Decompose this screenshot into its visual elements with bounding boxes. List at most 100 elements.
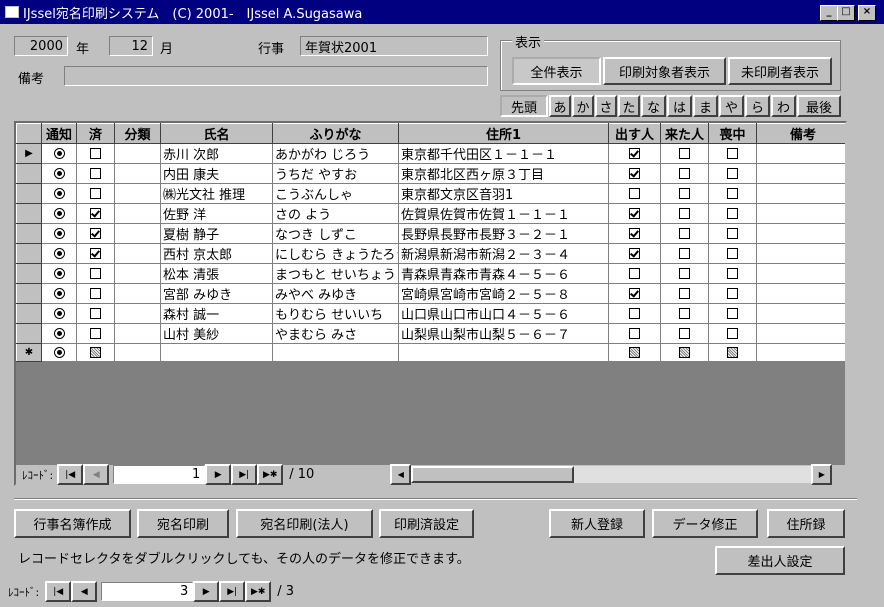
notify-cell[interactable]	[41, 263, 77, 284]
kana-cell[interactable]: やまむら みさ	[272, 323, 399, 344]
remarks-cell[interactable]	[756, 163, 845, 184]
done-cell[interactable]	[76, 143, 115, 164]
radio-icon[interactable]	[53, 188, 65, 199]
category-cell[interactable]	[114, 163, 161, 184]
came-cell[interactable]	[660, 283, 709, 304]
checkbox[interactable]	[727, 248, 738, 259]
category-cell[interactable]	[114, 243, 161, 264]
checkbox[interactable]	[727, 288, 738, 299]
radio-icon[interactable]	[53, 168, 65, 179]
address-cell[interactable]: 新潟県新潟市新潟２－３－４	[398, 243, 609, 264]
record-selector[interactable]	[16, 183, 42, 204]
came-cell[interactable]	[660, 143, 709, 164]
address-cell[interactable]: 山口県山口市山口４－５－６	[398, 303, 609, 324]
address-cell[interactable]: 東京都文京区音羽1	[398, 183, 609, 204]
maximize-icon[interactable]: □	[837, 5, 855, 21]
category-cell[interactable]	[114, 223, 161, 244]
show-unprinted-button[interactable]: 未印刷者表示	[728, 57, 832, 85]
mourning-cell[interactable]	[708, 143, 757, 164]
mourning-cell[interactable]	[708, 303, 757, 324]
address-cell[interactable]: 長野県長野市長野３－２－１	[398, 223, 609, 244]
col-name[interactable]: 氏名	[160, 123, 273, 144]
inner-first-record-button[interactable]: |◀	[57, 464, 84, 485]
send-cell[interactable]	[608, 303, 661, 324]
tab-ma[interactable]: ま	[693, 95, 718, 117]
kana-cell[interactable]: こうぶんしゃ	[272, 183, 399, 204]
notify-cell[interactable]	[41, 243, 77, 264]
record-selector[interactable]	[16, 303, 42, 324]
tab-na[interactable]: な	[641, 95, 666, 117]
new-record-cell[interactable]	[272, 343, 399, 362]
kana-cell[interactable]: あかがわ じろう	[272, 143, 399, 164]
table-row[interactable]: ▶ 赤川 次郎 あかがわ じろう 東京都千代田区１－１－１	[16, 143, 845, 164]
tab-ta[interactable]: た	[618, 95, 640, 117]
scroll-thumb[interactable]	[411, 466, 575, 483]
mourning-cell[interactable]	[708, 163, 757, 184]
came-cell[interactable]	[660, 323, 709, 344]
name-cell[interactable]: 西村 京太郎	[160, 243, 273, 264]
send-cell[interactable]	[608, 203, 661, 224]
done-cell[interactable]	[76, 223, 115, 244]
kana-cell[interactable]: みやべ みゆき	[272, 283, 399, 304]
kana-cell[interactable]: なつき しずこ	[272, 223, 399, 244]
radio-icon[interactable]	[53, 347, 65, 358]
done-cell[interactable]	[76, 243, 115, 264]
category-cell[interactable]	[114, 183, 161, 204]
mourning-cell[interactable]	[708, 183, 757, 204]
outer-first-record-button[interactable]: |◀	[45, 581, 72, 602]
remarks-cell[interactable]	[756, 263, 845, 284]
remarks-cell[interactable]	[756, 203, 845, 224]
send-cell[interactable]	[608, 183, 661, 204]
new-record-cell[interactable]	[41, 343, 77, 362]
radio-icon[interactable]	[53, 248, 65, 259]
kana-cell[interactable]: うちだ やすお	[272, 163, 399, 184]
table-row[interactable]: 松本 清張 まつもと せいちょう 青森県青森市青森４－５－６	[16, 263, 845, 284]
radio-icon[interactable]	[53, 268, 65, 279]
tab-a[interactable]: あ	[549, 95, 571, 117]
checkbox-checked[interactable]	[629, 288, 640, 299]
name-cell[interactable]: 山村 美紗	[160, 323, 273, 344]
send-cell[interactable]	[608, 163, 661, 184]
checkbox[interactable]	[727, 188, 738, 199]
send-cell[interactable]	[608, 223, 661, 244]
mourning-cell[interactable]	[708, 203, 757, 224]
checkbox[interactable]	[90, 288, 101, 299]
remarks-cell[interactable]	[756, 223, 845, 244]
remarks-cell[interactable]	[756, 303, 845, 324]
mourning-cell[interactable]	[708, 283, 757, 304]
year-field[interactable]: 2000	[14, 36, 68, 56]
send-cell[interactable]	[608, 283, 661, 304]
outer-new-record-button[interactable]: ▶✱	[245, 581, 272, 602]
outer-last-record-button[interactable]: ▶|	[219, 581, 246, 602]
edit-data-button[interactable]: データ修正	[652, 509, 758, 538]
done-cell[interactable]	[76, 263, 115, 284]
new-record-selector[interactable]: ✱	[16, 343, 42, 362]
mark-printed-button[interactable]: 印刷済設定	[379, 509, 474, 538]
checkbox[interactable]	[727, 328, 738, 339]
address-cell[interactable]: 宮崎県宮崎市宮崎２－５－８	[398, 283, 609, 304]
checkbox[interactable]	[90, 328, 101, 339]
table-row[interactable]: ㈱光文社 推理 こうぶんしゃ 東京都文京区音羽1	[16, 183, 845, 204]
remarks-cell[interactable]	[756, 323, 845, 344]
checkbox-checked[interactable]	[90, 248, 101, 259]
event-field[interactable]: 年賀状2001	[300, 36, 488, 56]
checkbox[interactable]	[679, 188, 690, 199]
table-row[interactable]: 森村 誠一 もりむら せいいち 山口県山口市山口４－５－６	[16, 303, 845, 324]
radio-icon[interactable]	[53, 308, 65, 319]
checkbox[interactable]	[679, 308, 690, 319]
came-cell[interactable]	[660, 263, 709, 284]
checkbox[interactable]	[727, 148, 738, 159]
notify-cell[interactable]	[41, 183, 77, 204]
checkbox[interactable]	[679, 328, 690, 339]
checkbox[interactable]	[679, 228, 690, 239]
notify-cell[interactable]	[41, 203, 77, 224]
checkbox[interactable]	[679, 268, 690, 279]
remarks-cell[interactable]	[756, 183, 845, 204]
tab-sa[interactable]: さ	[595, 95, 617, 117]
tab-ra[interactable]: ら	[745, 95, 770, 117]
remarks-cell[interactable]	[756, 283, 845, 304]
checkbox[interactable]	[90, 268, 101, 279]
table-row[interactable]: 山村 美紗 やまむら みさ 山梨県山梨市山梨５－６－７	[16, 323, 845, 344]
came-cell[interactable]	[660, 243, 709, 264]
checkbox[interactable]	[727, 268, 738, 279]
